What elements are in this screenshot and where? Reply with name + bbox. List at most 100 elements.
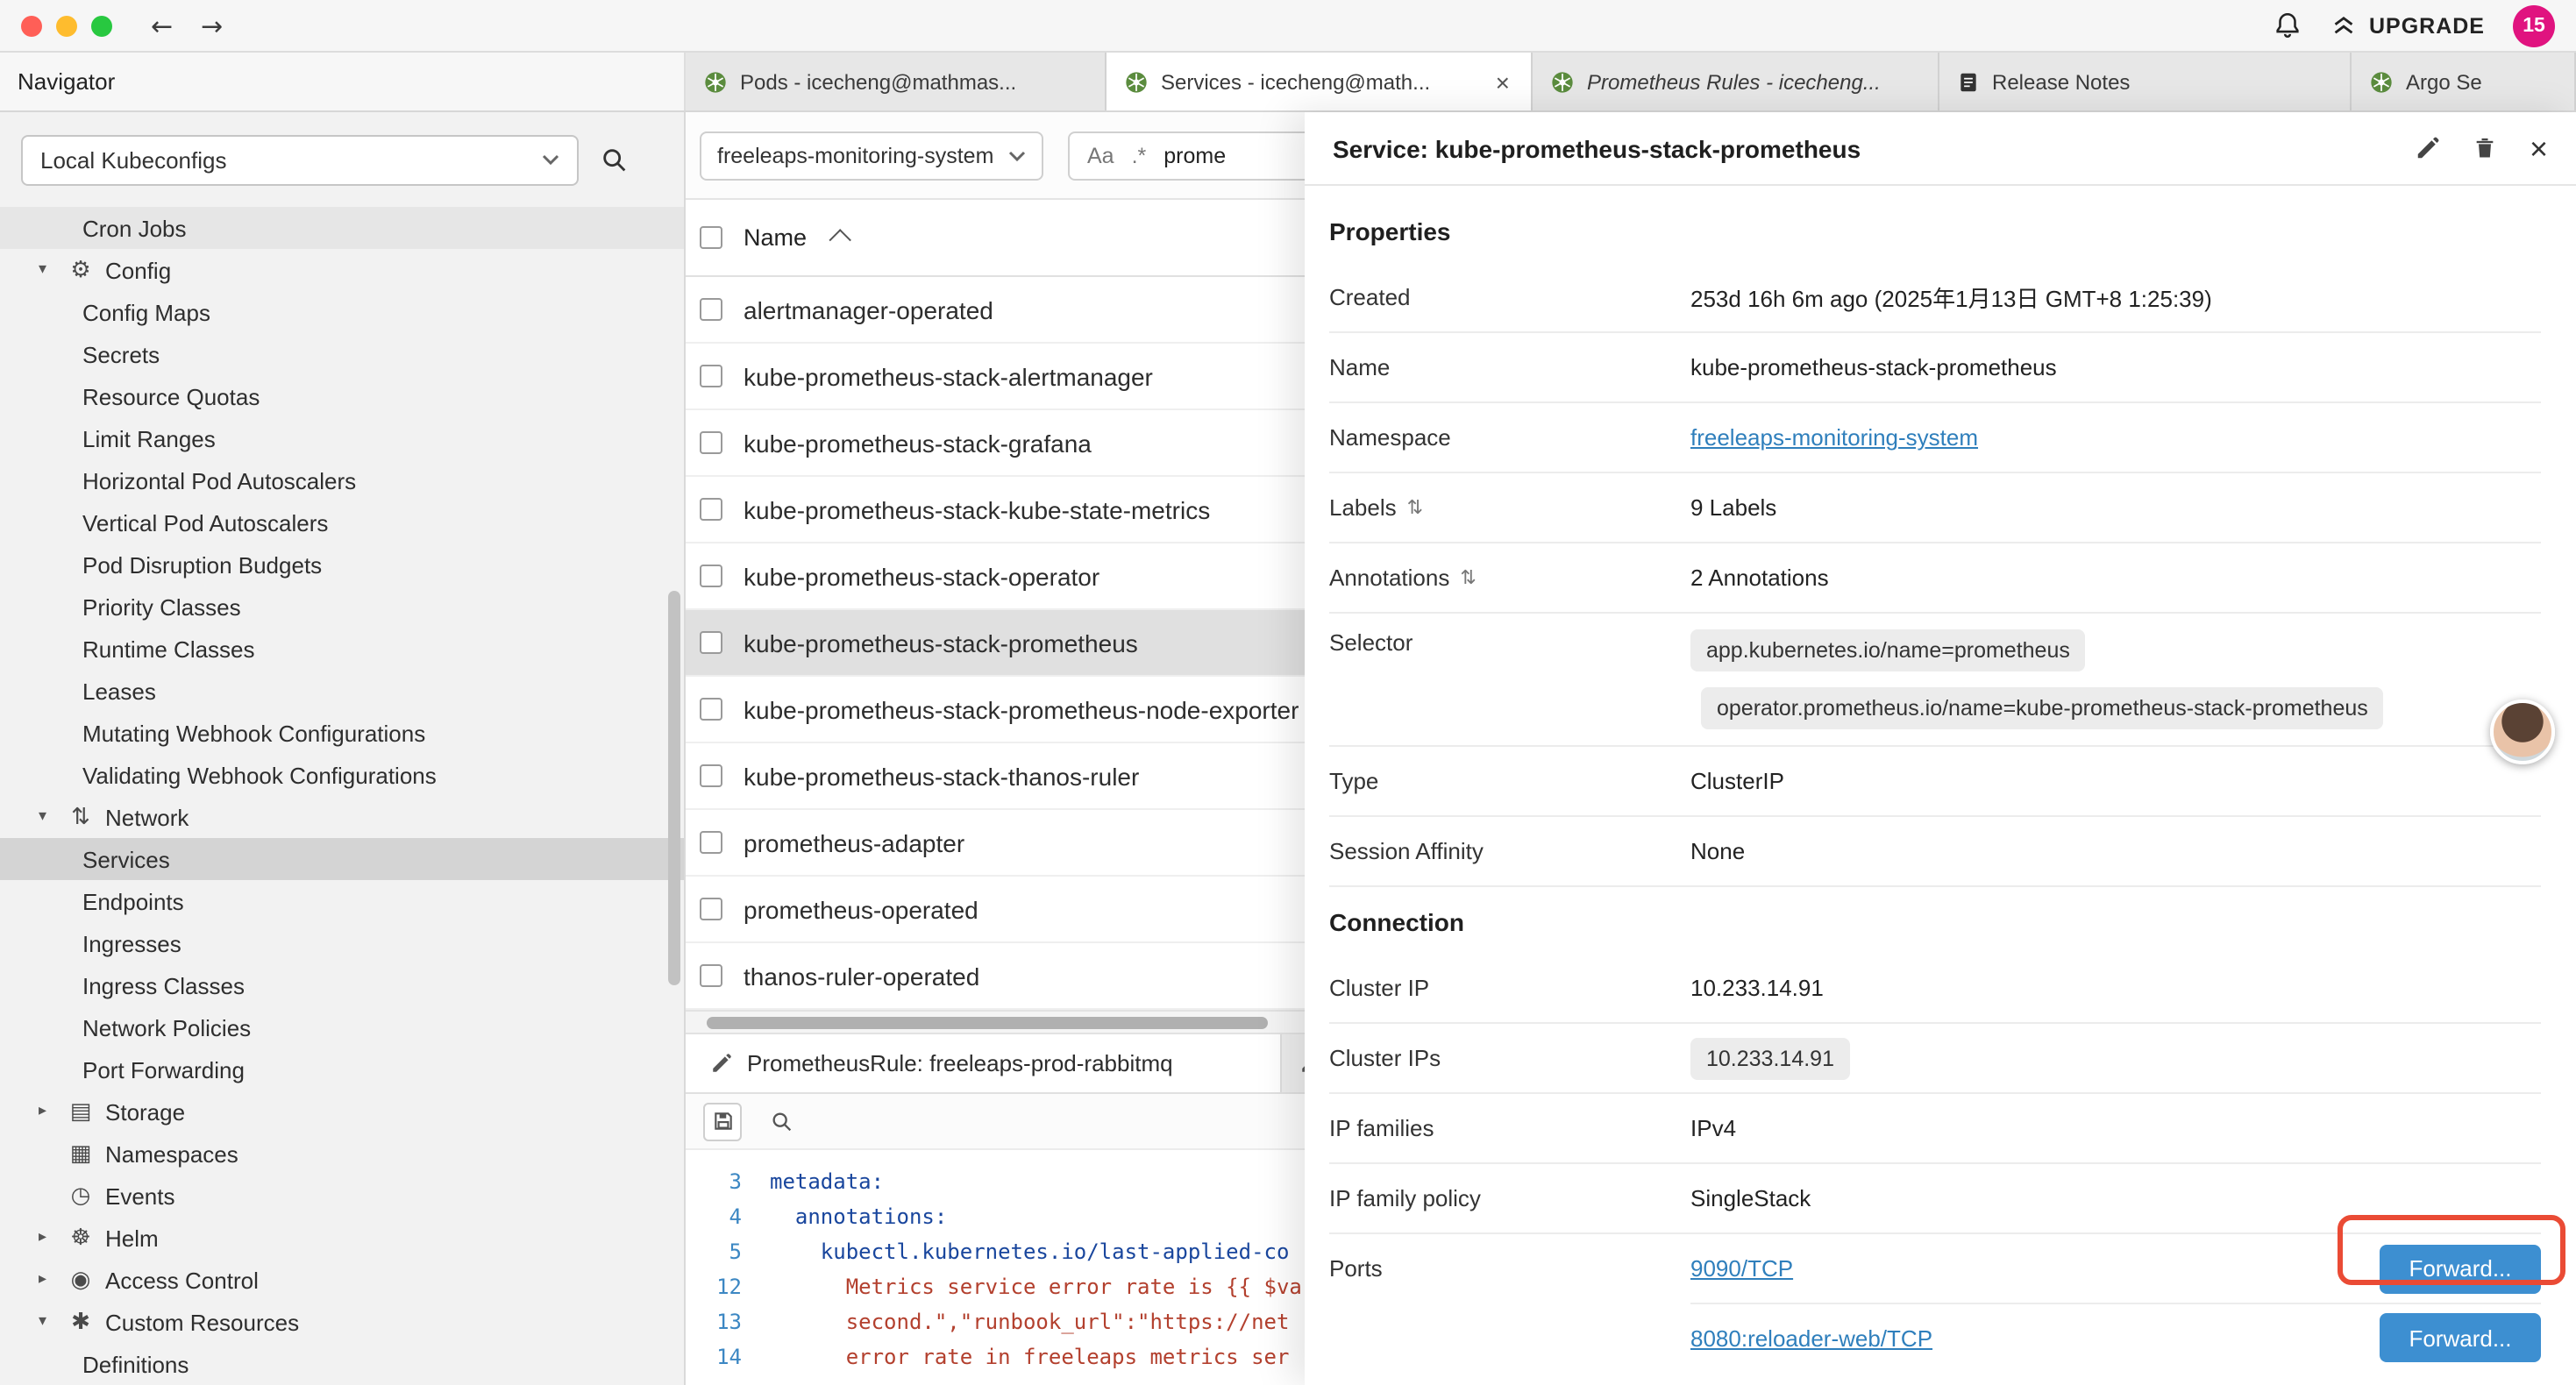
sidebar-item-secrets[interactable]: Secrets: [0, 333, 684, 375]
select-all-checkbox[interactable]: [700, 226, 722, 249]
close-window-button[interactable]: [21, 15, 42, 36]
row-checkbox[interactable]: [700, 898, 722, 920]
row-checkbox[interactable]: [700, 498, 722, 521]
sidebar-item-ingresses[interactable]: Ingresses: [0, 922, 684, 964]
drawer-row-namespace: Namespace freeleaps-monitoring-system: [1329, 403, 2541, 473]
port-link-9090[interactable]: 9090/TCP: [1690, 1255, 1793, 1282]
row-checkbox[interactable]: [700, 631, 722, 654]
navigator-title: Navigator: [18, 68, 115, 95]
bell-icon[interactable]: [2273, 11, 2302, 40]
drawer-row-name: Name kube-prometheus-stack-prometheus: [1329, 333, 2541, 403]
delete-button[interactable]: [2473, 135, 2498, 161]
tab-pods[interactable]: Pods - icecheng@mathmas...: [686, 53, 1107, 110]
row-checkbox[interactable]: [700, 431, 722, 454]
sidebar-scrollbar-thumb[interactable]: [668, 591, 680, 985]
sort-ascending-icon[interactable]: [829, 229, 850, 251]
sidebar-item-definitions[interactable]: Definitions: [0, 1343, 684, 1385]
drawer-row-annotations: Annotations⇅ 2 Annotations: [1329, 543, 2541, 614]
app-window: ← → UPGRADE 15 Navigator Pods - icecheng…: [0, 0, 2576, 1385]
kubernetes-cluster-icon: [703, 69, 728, 94]
expand-icon[interactable]: ⇅: [1460, 566, 1476, 589]
regex-toggle[interactable]: .*: [1132, 143, 1147, 167]
row-checkbox[interactable]: [700, 698, 722, 721]
sidebar-item-helm[interactable]: ▸☸Helm: [0, 1217, 684, 1259]
sidebar-item-access-control[interactable]: ▸◉Access Control: [0, 1259, 684, 1301]
window-controls: [21, 15, 112, 36]
sidebar-item-vertical-pod-autoscalers[interactable]: Vertical Pod Autoscalers: [0, 501, 684, 543]
sidebar-item-resource-quotas[interactable]: Resource Quotas: [0, 375, 684, 417]
namespace-filter-select[interactable]: freeleaps-monitoring-system: [700, 131, 1043, 180]
horizontal-scrollbar-thumb[interactable]: [707, 1017, 1268, 1029]
dock-tab-prometheusrule[interactable]: PrometheusRule: freeleaps-prod-rabbitmq: [686, 1034, 1282, 1092]
sidebar-item-validating-webhook-configurations[interactable]: Validating Webhook Configurations: [0, 754, 684, 796]
sidebar-item-leases[interactable]: Leases: [0, 670, 684, 712]
match-case-toggle[interactable]: Aa: [1087, 143, 1114, 167]
row-checkbox[interactable]: [700, 298, 722, 321]
sidebar-item-port-forwarding[interactable]: Port Forwarding: [0, 1048, 684, 1090]
forward-button-8080[interactable]: Forward...: [2380, 1313, 2541, 1362]
drawer-row-session-affinity: Session Affinity None: [1329, 817, 2541, 887]
section-title-connection: Connection: [1329, 908, 2541, 947]
drawer-row-type: Type ClusterIP: [1329, 747, 2541, 817]
search-icon[interactable]: [763, 1102, 801, 1140]
maximize-window-button[interactable]: [91, 15, 112, 36]
drawer-title: Service: kube-prometheus-stack-prometheu…: [1333, 134, 1861, 162]
sidebar-item-ingress-classes[interactable]: Ingress Classes: [0, 964, 684, 1006]
notification-count-badge[interactable]: 15: [2513, 4, 2555, 46]
kubeconfig-selector[interactable]: Local Kubeconfigs: [21, 134, 579, 185]
row-checkbox[interactable]: [700, 365, 722, 387]
sidebar-item-limit-ranges[interactable]: Limit Ranges: [0, 417, 684, 459]
close-drawer-icon[interactable]: ×: [2530, 132, 2548, 164]
sidebar-item-mutating-webhook-configurations[interactable]: Mutating Webhook Configurations: [0, 712, 684, 754]
close-tab-icon[interactable]: ×: [1492, 66, 1513, 97]
sidebar-item-services[interactable]: Services: [0, 838, 684, 880]
sidebar-item-config[interactable]: ▾⚙Config: [0, 249, 684, 291]
sidebar-item-pod-disruption-budgets[interactable]: Pod Disruption Budgets: [0, 543, 684, 586]
tab-prometheus-rules[interactable]: Prometheus Rules - icecheng...: [1533, 53, 1939, 110]
row-checkbox[interactable]: [700, 565, 722, 587]
sidebar-item-runtime-classes[interactable]: Runtime Classes: [0, 628, 684, 670]
save-button[interactable]: [703, 1102, 742, 1140]
sidebar-item-network-policies[interactable]: Network Policies: [0, 1006, 684, 1048]
edit-button[interactable]: [2416, 135, 2442, 161]
drawer-row-ip-families: IP families IPv4: [1329, 1094, 2541, 1164]
tab-label: Release Notes: [1992, 69, 2130, 94]
sidebar-item-events[interactable]: ◷Events: [0, 1175, 684, 1217]
row-checkbox[interactable]: [700, 831, 722, 854]
upgrade-button[interactable]: UPGRADE: [2330, 13, 2485, 38]
row-checkbox[interactable]: [700, 764, 722, 787]
custom-resources-icon: ✱: [67, 1309, 95, 1335]
forward-arrow-icon[interactable]: →: [201, 10, 223, 41]
tab-release-notes[interactable]: Release Notes: [1939, 53, 2352, 110]
port-link-8080[interactable]: 8080:reloader-web/TCP: [1690, 1325, 1932, 1351]
sidebar-item-storage[interactable]: ▸▤Storage: [0, 1090, 684, 1133]
user-avatar[interactable]: [2490, 700, 2555, 764]
sidebar-item-namespaces[interactable]: ▦Namespaces: [0, 1133, 684, 1175]
namespace-link[interactable]: freeleaps-monitoring-system: [1690, 424, 1978, 451]
sidebar-item-network[interactable]: ▾⇅Network: [0, 796, 684, 838]
document-icon: [1957, 69, 1980, 94]
name-column-header[interactable]: Name: [744, 224, 807, 251]
cluster-ip-badge: 10.233.14.91: [1690, 1037, 1850, 1079]
sidebar-item-horizontal-pod-autoscalers[interactable]: Horizontal Pod Autoscalers: [0, 459, 684, 501]
sidebar-item-cron-jobs[interactable]: Cron Jobs: [0, 207, 684, 249]
navigator-header: Navigator: [0, 53, 686, 110]
back-arrow-icon[interactable]: ←: [151, 10, 173, 41]
selector-badge: operator.prometheus.io/name=kube-prometh…: [1701, 687, 2384, 729]
forward-button-9090[interactable]: Forward...: [2380, 1244, 2541, 1293]
kubernetes-cluster-icon: [1550, 69, 1575, 94]
sidebar-item-priority-classes[interactable]: Priority Classes: [0, 586, 684, 628]
sidebar-item-endpoints[interactable]: Endpoints: [0, 880, 684, 922]
tab-argo[interactable]: Argo Se: [2352, 53, 2576, 110]
sidebar-item-custom-resources[interactable]: ▾✱Custom Resources: [0, 1301, 684, 1343]
line-number: 5: [686, 1234, 742, 1269]
expand-icon[interactable]: ⇅: [1407, 496, 1423, 519]
minimize-window-button[interactable]: [56, 15, 77, 36]
line-number: 13: [686, 1304, 742, 1339]
port-line: 8080:reloader-web/TCP Forward...: [1690, 1303, 2541, 1371]
tab-strip: Navigator Pods - icecheng@mathmas... Ser…: [0, 53, 2576, 112]
sidebar-item-config-maps[interactable]: Config Maps: [0, 291, 684, 333]
row-checkbox[interactable]: [700, 964, 722, 987]
search-icon[interactable]: [600, 145, 630, 174]
tab-services[interactable]: Services - icecheng@math... ×: [1107, 53, 1533, 110]
